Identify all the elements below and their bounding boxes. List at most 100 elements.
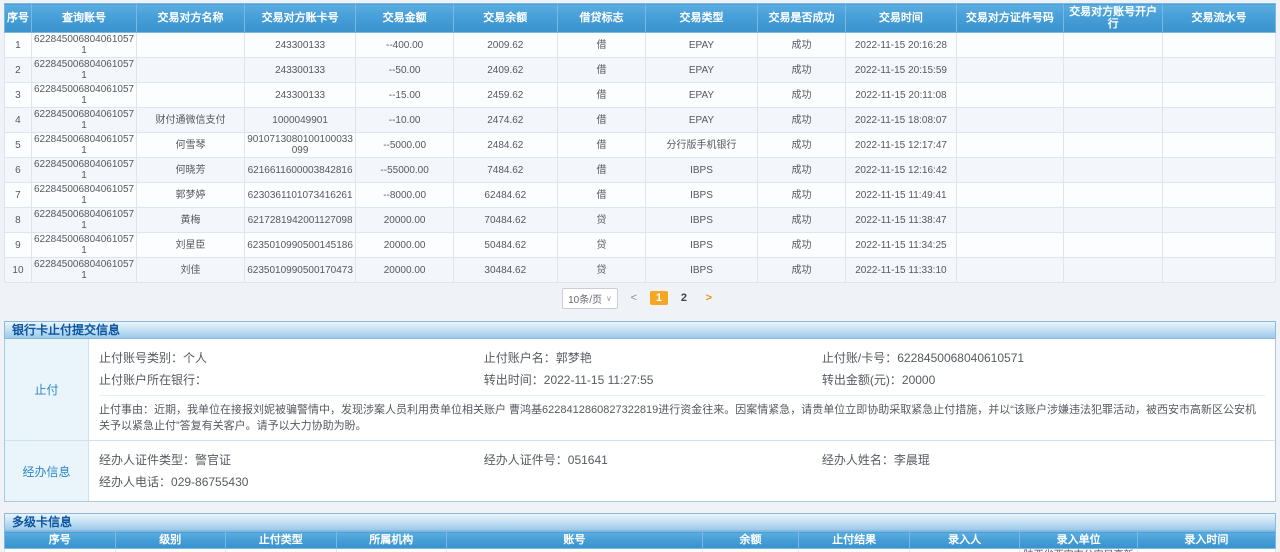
cell-stop-type: 第三方止付 xyxy=(226,549,337,552)
stop-payment-fields: 止付账号类别：个人 止付账户名：郭梦艳 止付账/卡号：6228450068040… xyxy=(89,339,1275,440)
cell-balance: 2409.62 xyxy=(453,58,557,83)
cell-type: EPAY xyxy=(646,83,758,108)
cell-counterparty-id xyxy=(956,133,1064,158)
field-value: 个人 xyxy=(183,351,207,365)
transaction-row: 5 6228450068040610571 何雪琴 90107130801001… xyxy=(5,133,1276,158)
cell-type: IBPS xyxy=(646,183,758,208)
cell-debit-credit-flag: 借 xyxy=(557,158,645,183)
column-header: 交易对方证件号码 xyxy=(956,4,1064,33)
field-label: 止付账/卡号： xyxy=(822,351,897,365)
field-label: 转出时间： xyxy=(484,373,544,387)
cell-serial-no xyxy=(1163,133,1276,158)
cell-balance: 2459.62 xyxy=(453,83,557,108)
cell-query-account: 6228450068040610571 xyxy=(31,158,136,183)
cell-amount: 20000.00 xyxy=(356,208,453,233)
column-header: 止付结果 xyxy=(799,532,910,549)
cell-counterparty-name xyxy=(137,33,245,58)
field-value: 李晨琨 xyxy=(894,453,930,467)
cell-time: 2022-11-15 12:17:47 xyxy=(846,133,956,158)
cell-query-account: 6228450068040610571 xyxy=(31,108,136,133)
transaction-row: 10 6228450068040610571 刘佳 62350109905001… xyxy=(5,258,1276,283)
field-label: 止付账户名： xyxy=(484,351,556,365)
cell-debit-credit-flag: 贷 xyxy=(557,233,645,258)
field-label: 转出金额(元)： xyxy=(822,373,902,387)
cell-type: EPAY xyxy=(646,33,758,58)
column-header: 录入人 xyxy=(909,532,1020,549)
page-1-button[interactable]: 1 xyxy=(650,291,668,305)
group-label-handler-info: 经办信息 xyxy=(5,441,89,501)
cell-debit-credit-flag: 贷 xyxy=(557,208,645,233)
cell-query-account: 6228450068040610571 xyxy=(31,233,136,258)
field-value: 20000 xyxy=(902,373,935,387)
stop-reason-text: 止付事由：近期，我单位在接报刘妮被骗警情中，发现涉案人员利用贵单位相关账户 曹鸿… xyxy=(99,395,1265,434)
multi-card-section-header: 多级卡信息 xyxy=(4,513,1276,531)
page-2-button[interactable]: 2 xyxy=(675,291,693,305)
transactions-table: 序号查询账号交易对方名称交易对方账卡号交易金额交易余额借贷标志交易类型交易是否成… xyxy=(4,3,1276,283)
transactions-header-row: 序号查询账号交易对方名称交易对方账卡号交易金额交易余额借贷标志交易类型交易是否成… xyxy=(5,4,1276,33)
field-value: 2022-11-15 11:27:55 xyxy=(544,373,654,387)
cell-balance: 2484.62 xyxy=(453,133,557,158)
field: 经办人姓名：李晨琨 xyxy=(822,451,1265,468)
field-label: 经办人电话： xyxy=(99,475,171,489)
transaction-row: 2 6228450068040610571 243300133 --50.00 … xyxy=(5,58,1276,83)
cell-counterparty-card: 6235010990500145186 xyxy=(244,233,356,258)
cell-counterparty-bank xyxy=(1064,133,1163,158)
page: 序号查询账号交易对方名称交易对方账卡号交易金额交易余额借贷标志交易类型交易是否成… xyxy=(0,0,1280,552)
cell-level: 一级 xyxy=(115,549,226,552)
cell-serial-no xyxy=(1163,58,1276,83)
page-prev-button[interactable]: < xyxy=(625,291,643,305)
cell-amount: --15.00 xyxy=(356,83,453,108)
transaction-row: 6 6228450068040610571 何晓芳 62166116000038… xyxy=(5,158,1276,183)
cell-entry-time: 2022-11-16 03:40:51 xyxy=(1137,549,1275,552)
cell-debit-credit-flag: 借 xyxy=(557,108,645,133)
cell-success: 成功 xyxy=(757,108,845,133)
cell-counterparty-id xyxy=(956,158,1064,183)
transaction-row: 7 6228450068040610571 郭梦婷 62303611010734… xyxy=(5,183,1276,208)
cell-counterparty-name: 黄梅 xyxy=(137,208,245,233)
cell-counterparty-card: 6230361101073416261 xyxy=(244,183,356,208)
cell-debit-credit-flag: 借 xyxy=(557,83,645,108)
column-header: 所属机构 xyxy=(336,532,447,549)
cell-query-account: 6228450068040610571 xyxy=(31,83,136,108)
column-header: 级别 xyxy=(115,532,226,549)
column-header: 交易对方名称 xyxy=(137,4,245,33)
field: 转出金额(元)：20000 xyxy=(822,371,1265,388)
cell-success: 成功 xyxy=(757,158,845,183)
page-next-button[interactable]: > xyxy=(700,291,718,305)
column-header: 余额 xyxy=(702,532,799,549)
cell-amount: --8000.00 xyxy=(356,183,453,208)
cell-seq: 1 xyxy=(5,33,32,58)
cell-query-account: 6228450068040610571 xyxy=(31,58,136,83)
column-header: 交易对方账卡号 xyxy=(244,4,356,33)
cell-seq: 5 xyxy=(5,133,32,158)
cell-counterparty-bank xyxy=(1064,83,1163,108)
cell-counterparty-card: 6235010990500170473 xyxy=(244,258,356,283)
cell-balance xyxy=(702,549,799,552)
cell-type: IBPS xyxy=(646,233,758,258)
handler-info-row: 经办信息 经办人证件类型：警官证 经办人证件号：051641 经办人姓名：李晨琨… xyxy=(5,441,1275,501)
cell-serial-no xyxy=(1163,158,1276,183)
cell-seq: 10 xyxy=(5,258,32,283)
cell-success: 成功 xyxy=(757,83,845,108)
cell-serial-no xyxy=(1163,258,1276,283)
cell-counterparty-bank xyxy=(1064,208,1163,233)
cell-seq: 1 xyxy=(5,549,116,552)
cell-time: 2022-11-15 11:33:10 xyxy=(846,258,956,283)
cell-time: 2022-11-15 20:15:59 xyxy=(846,58,956,83)
cell-amount: --55000.00 xyxy=(356,158,453,183)
cell-entered-by: 李晨琨 xyxy=(909,549,1020,552)
cell-seq: 3 xyxy=(5,83,32,108)
cell-time: 2022-11-15 18:08:07 xyxy=(846,108,956,133)
page-size-select[interactable]: 10条/页 ∨ xyxy=(562,288,618,309)
stop-payment-section-title: 银行卡止付提交信息 xyxy=(12,323,120,337)
multi-card-table: 序号级别止付类型所属机构账号余额止付结果录入人录入单位录入时间 1 一级 第三方… xyxy=(4,531,1276,552)
cell-counterparty-bank xyxy=(1064,258,1163,283)
cell-balance: 2009.62 xyxy=(453,33,557,58)
pagination: 10条/页 ∨ < 1 2 > xyxy=(4,286,1276,310)
cell-institution: 中国农业银行 xyxy=(336,549,447,552)
column-header: 录入单位 xyxy=(1020,532,1137,549)
field: 经办人电话：029-86755430 xyxy=(99,473,484,490)
cell-success: 成功 xyxy=(757,208,845,233)
column-header: 交易余额 xyxy=(453,4,557,33)
column-header: 序号 xyxy=(5,532,116,549)
